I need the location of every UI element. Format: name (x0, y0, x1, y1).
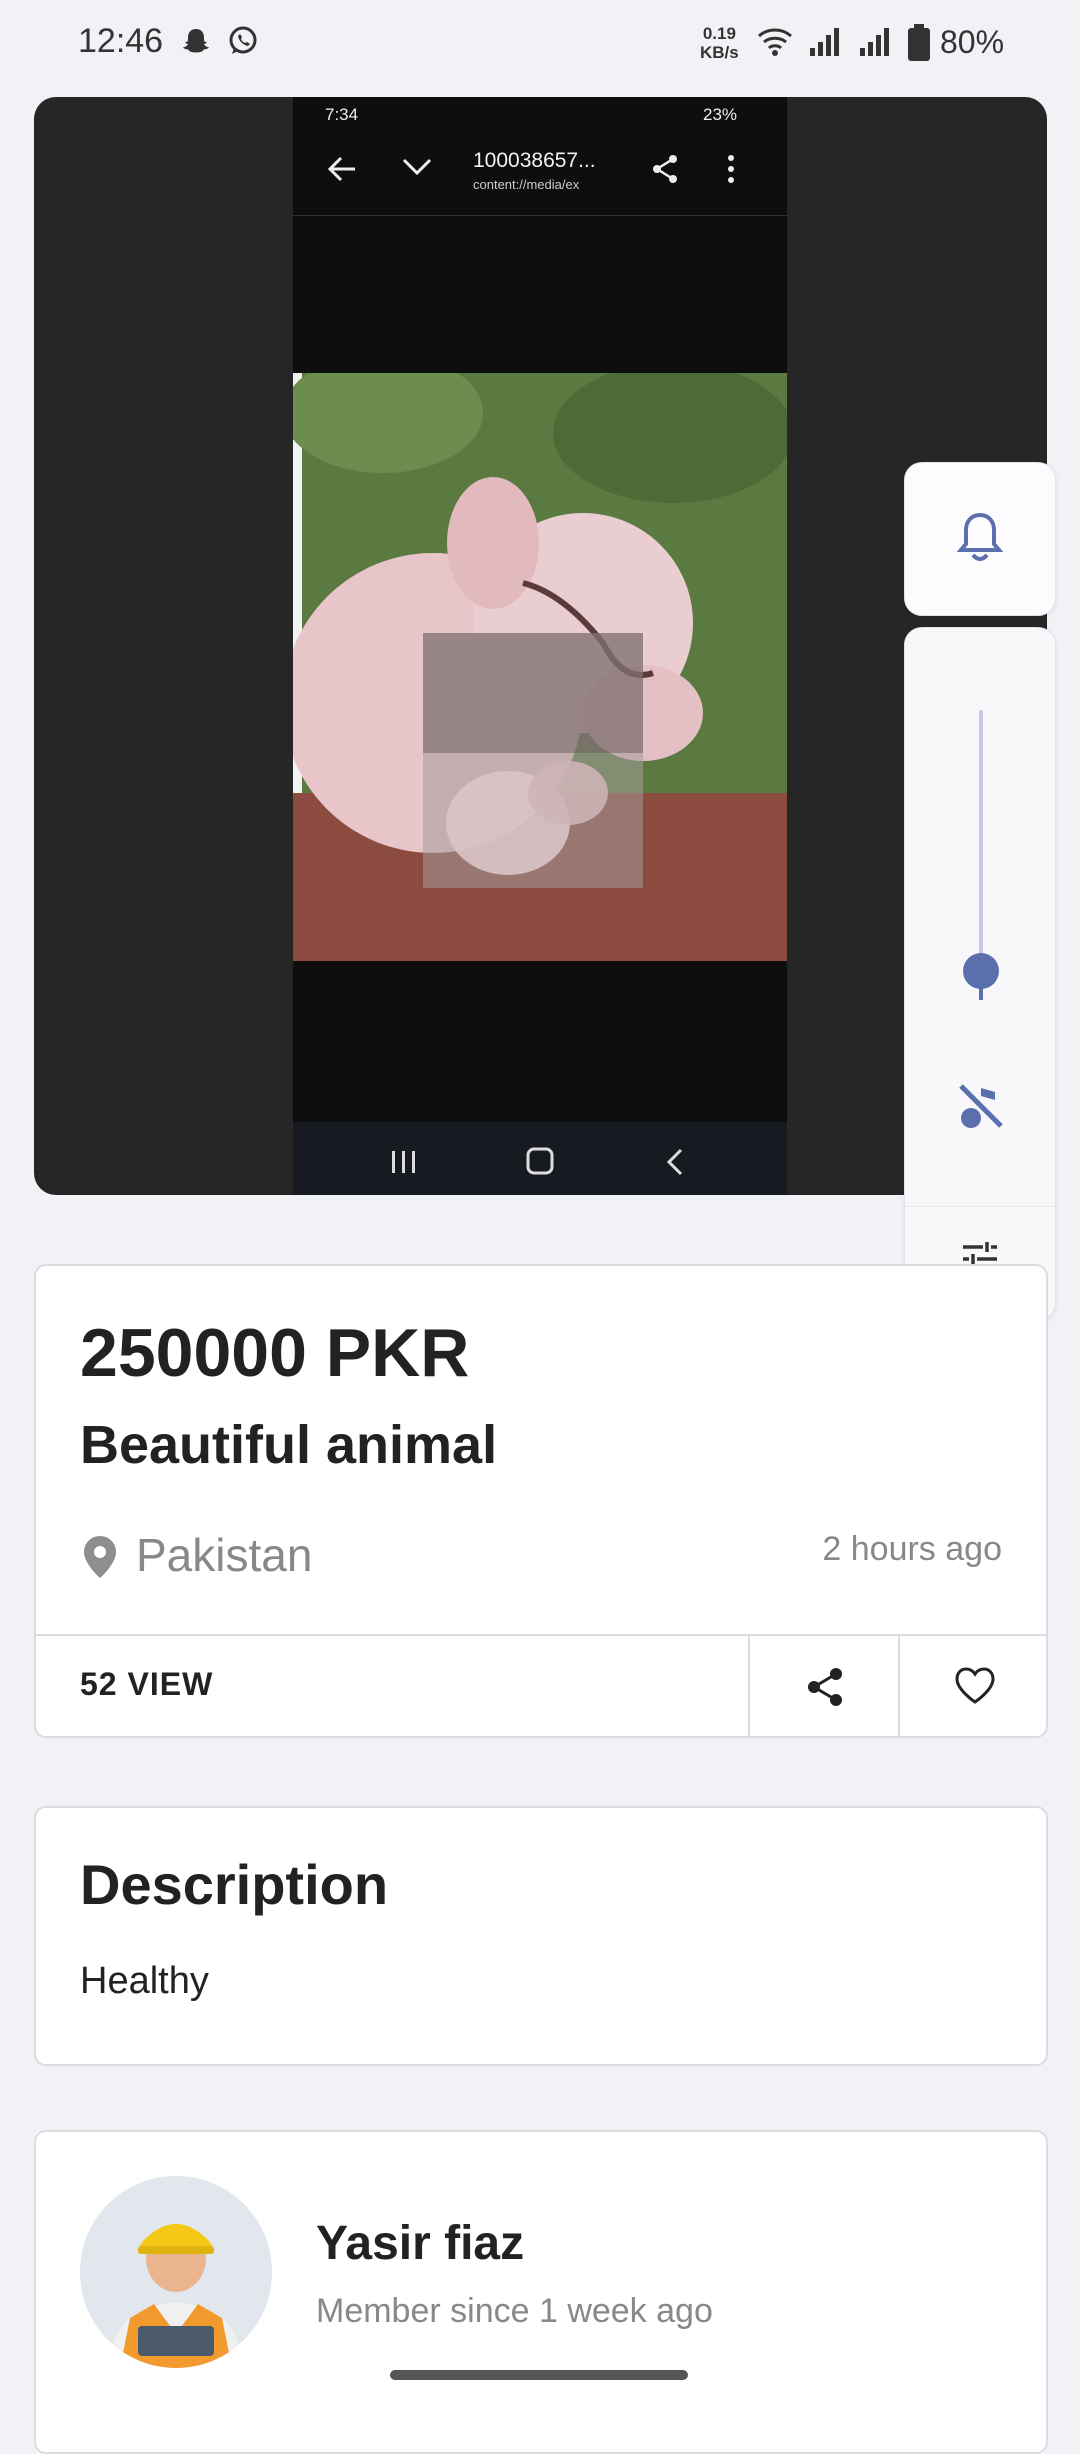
battery-percent: 80% (940, 24, 1005, 60)
status-bar: 12:46 0.19 KB/s 80% (0, 0, 1080, 88)
location-pin-icon (82, 1534, 118, 1585)
view-count: 52 VIEW (80, 1666, 214, 1702)
whatsapp-icon (226, 24, 260, 63)
home-icon (525, 1146, 555, 1181)
inner-battery: 23% (703, 105, 738, 124)
share-icon (808, 1668, 842, 1706)
arrow-left-icon (327, 155, 357, 188)
description-card: Description Healthy (34, 1806, 1048, 2066)
listing-title: Beautiful animal (80, 1415, 498, 1475)
music-off-icon[interactable] (955, 1080, 1007, 1137)
share-button[interactable] (748, 1636, 900, 1736)
signal-icon (808, 26, 842, 63)
description-text: Healthy (80, 1960, 209, 2002)
volume-slider-thumb[interactable] (963, 953, 999, 989)
avatar[interactable] (80, 2176, 272, 2368)
signal-icon (858, 26, 892, 63)
back-icon (665, 1147, 685, 1182)
status-time: 12:46 (78, 22, 164, 60)
inner-file-path: content://media/ex (473, 177, 580, 192)
chevron-down-icon (401, 155, 433, 184)
battery-icon (907, 24, 931, 67)
listing-photo: 7:34 23% 100038657... content://media/ex (283, 97, 793, 1195)
home-indicator[interactable] (390, 2370, 688, 2380)
inner-file-title: 100038657... (473, 149, 596, 172)
listing-price: 250000 PKR (80, 1315, 470, 1391)
posted-time: 2 hours ago (822, 1530, 1002, 1568)
more-vertical-icon (725, 153, 737, 190)
network-speed: 0.19 KB/s (700, 24, 739, 62)
seller-name: Yasir fiaz (316, 2217, 525, 2270)
ringer-mode-button[interactable] (904, 462, 1056, 616)
member-since: Member since 1 week ago (316, 2292, 713, 2330)
share-icon (649, 153, 681, 190)
listing-location: Pakistan (136, 1529, 313, 1581)
favorite-button[interactable] (898, 1636, 1048, 1736)
bell-icon (956, 511, 1004, 570)
wifi-icon (757, 26, 793, 63)
snapchat-icon (180, 26, 212, 63)
listing-image-viewer[interactable]: 7:34 23% 100038657... content://media/ex (34, 97, 1047, 1195)
seller-card[interactable]: Yasir fiaz Member since 1 week ago (34, 2130, 1048, 2454)
volume-panel (904, 627, 1056, 1321)
heart-icon (955, 1667, 995, 1704)
divider (905, 1206, 1055, 1207)
description-heading: Description (80, 1853, 389, 1916)
recent-apps-icon (389, 1149, 419, 1180)
listing-summary-card: 250000 PKR Beautiful animal Pakistan 2 h… (34, 1264, 1048, 1738)
divider (293, 215, 787, 216)
inner-status-time: 7:34 (325, 105, 359, 124)
cow-photo (283, 353, 793, 961)
